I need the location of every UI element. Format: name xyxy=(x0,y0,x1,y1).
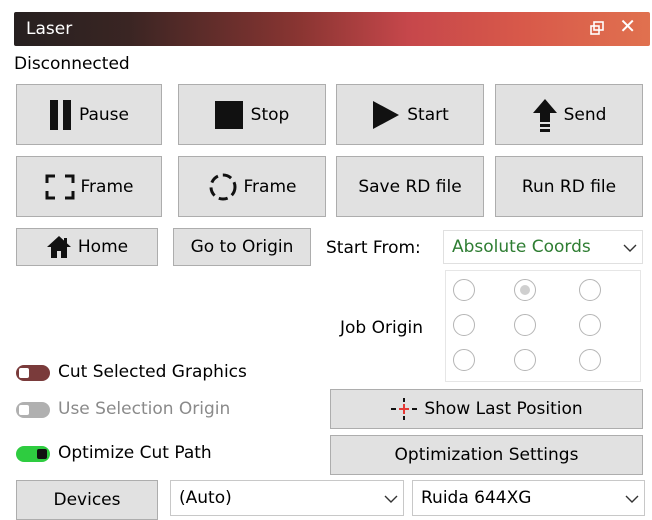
frame-rect-button[interactable]: Frame xyxy=(16,156,162,217)
home-button[interactable]: Home xyxy=(16,228,158,266)
connection-status: Disconnected xyxy=(14,54,130,74)
show-last-position-button[interactable]: Show Last Position xyxy=(330,389,643,429)
chevron-down-icon xyxy=(379,488,403,508)
send-arrow-icon xyxy=(532,98,558,132)
port-select-value: (Auto) xyxy=(179,488,232,508)
port-select[interactable]: (Auto) xyxy=(170,480,404,516)
use-selection-origin-toggle[interactable] xyxy=(16,402,50,418)
show-last-position-label: Show Last Position xyxy=(424,399,583,419)
send-button[interactable]: Send xyxy=(495,84,643,145)
optimization-settings-button[interactable]: Optimization Settings xyxy=(330,435,643,475)
send-label: Send xyxy=(563,104,607,125)
stop-label: Stop xyxy=(250,104,290,125)
frame-circle-button[interactable]: Frame xyxy=(178,156,326,217)
use-selection-origin-label: Use Selection Origin xyxy=(58,399,231,419)
start-from-value: Absolute Coords xyxy=(452,237,591,257)
start-from-label: Start From: xyxy=(326,238,421,258)
optimize-cut-path-toggle[interactable] xyxy=(16,446,50,462)
origin-radio-bottom-right[interactable] xyxy=(579,349,601,371)
pause-button[interactable]: Pause xyxy=(16,84,162,145)
origin-radio-top-left[interactable] xyxy=(453,279,475,301)
devices-button[interactable]: Devices xyxy=(16,480,158,520)
origin-radio-bottom-center[interactable] xyxy=(514,349,536,371)
chevron-down-icon xyxy=(620,488,644,508)
pause-icon xyxy=(49,99,73,130)
frame-rect-label: Frame xyxy=(80,176,134,197)
stop-button[interactable]: Stop xyxy=(178,84,326,145)
stop-icon xyxy=(214,100,245,129)
go-to-origin-button[interactable]: Go to Origin xyxy=(173,228,311,266)
optimize-cut-path-label: Optimize Cut Path xyxy=(58,443,212,463)
circle-frame-icon xyxy=(208,172,238,202)
save-rd-file-button[interactable]: Save RD file xyxy=(336,156,484,217)
start-label: Start xyxy=(407,104,449,125)
window-title: Laser xyxy=(26,19,73,39)
cut-selected-label: Cut Selected Graphics xyxy=(58,362,247,382)
start-from-select[interactable]: Absolute Coords xyxy=(443,230,643,264)
rect-frame-icon xyxy=(45,174,75,200)
window-titlebar[interactable]: Laser ✕ xyxy=(14,12,650,46)
device-select[interactable]: Ruida 644XG xyxy=(412,480,645,516)
play-icon xyxy=(371,100,401,130)
origin-radio-center[interactable] xyxy=(514,314,536,336)
float-window-icon[interactable] xyxy=(590,20,604,35)
crosshair-icon xyxy=(390,397,418,421)
job-origin-label: Job Origin xyxy=(340,318,423,338)
device-select-value: Ruida 644XG xyxy=(421,488,532,508)
origin-radio-middle-left[interactable] xyxy=(453,314,475,336)
home-label: Home xyxy=(77,237,129,257)
origin-radio-middle-right[interactable] xyxy=(579,314,601,336)
origin-radio-top-center[interactable] xyxy=(514,279,536,301)
frame-circle-label: Frame xyxy=(243,176,297,197)
run-rd-file-button[interactable]: Run RD file xyxy=(495,156,643,217)
origin-radio-bottom-left[interactable] xyxy=(453,349,475,371)
close-icon[interactable]: ✕ xyxy=(619,16,636,36)
home-icon xyxy=(46,235,72,259)
chevron-down-icon xyxy=(618,237,642,257)
job-origin-grid xyxy=(445,270,641,382)
origin-radio-top-right[interactable] xyxy=(579,279,601,301)
start-button[interactable]: Start xyxy=(336,84,484,145)
pause-label: Pause xyxy=(79,104,129,125)
cut-selected-toggle[interactable] xyxy=(16,365,50,381)
